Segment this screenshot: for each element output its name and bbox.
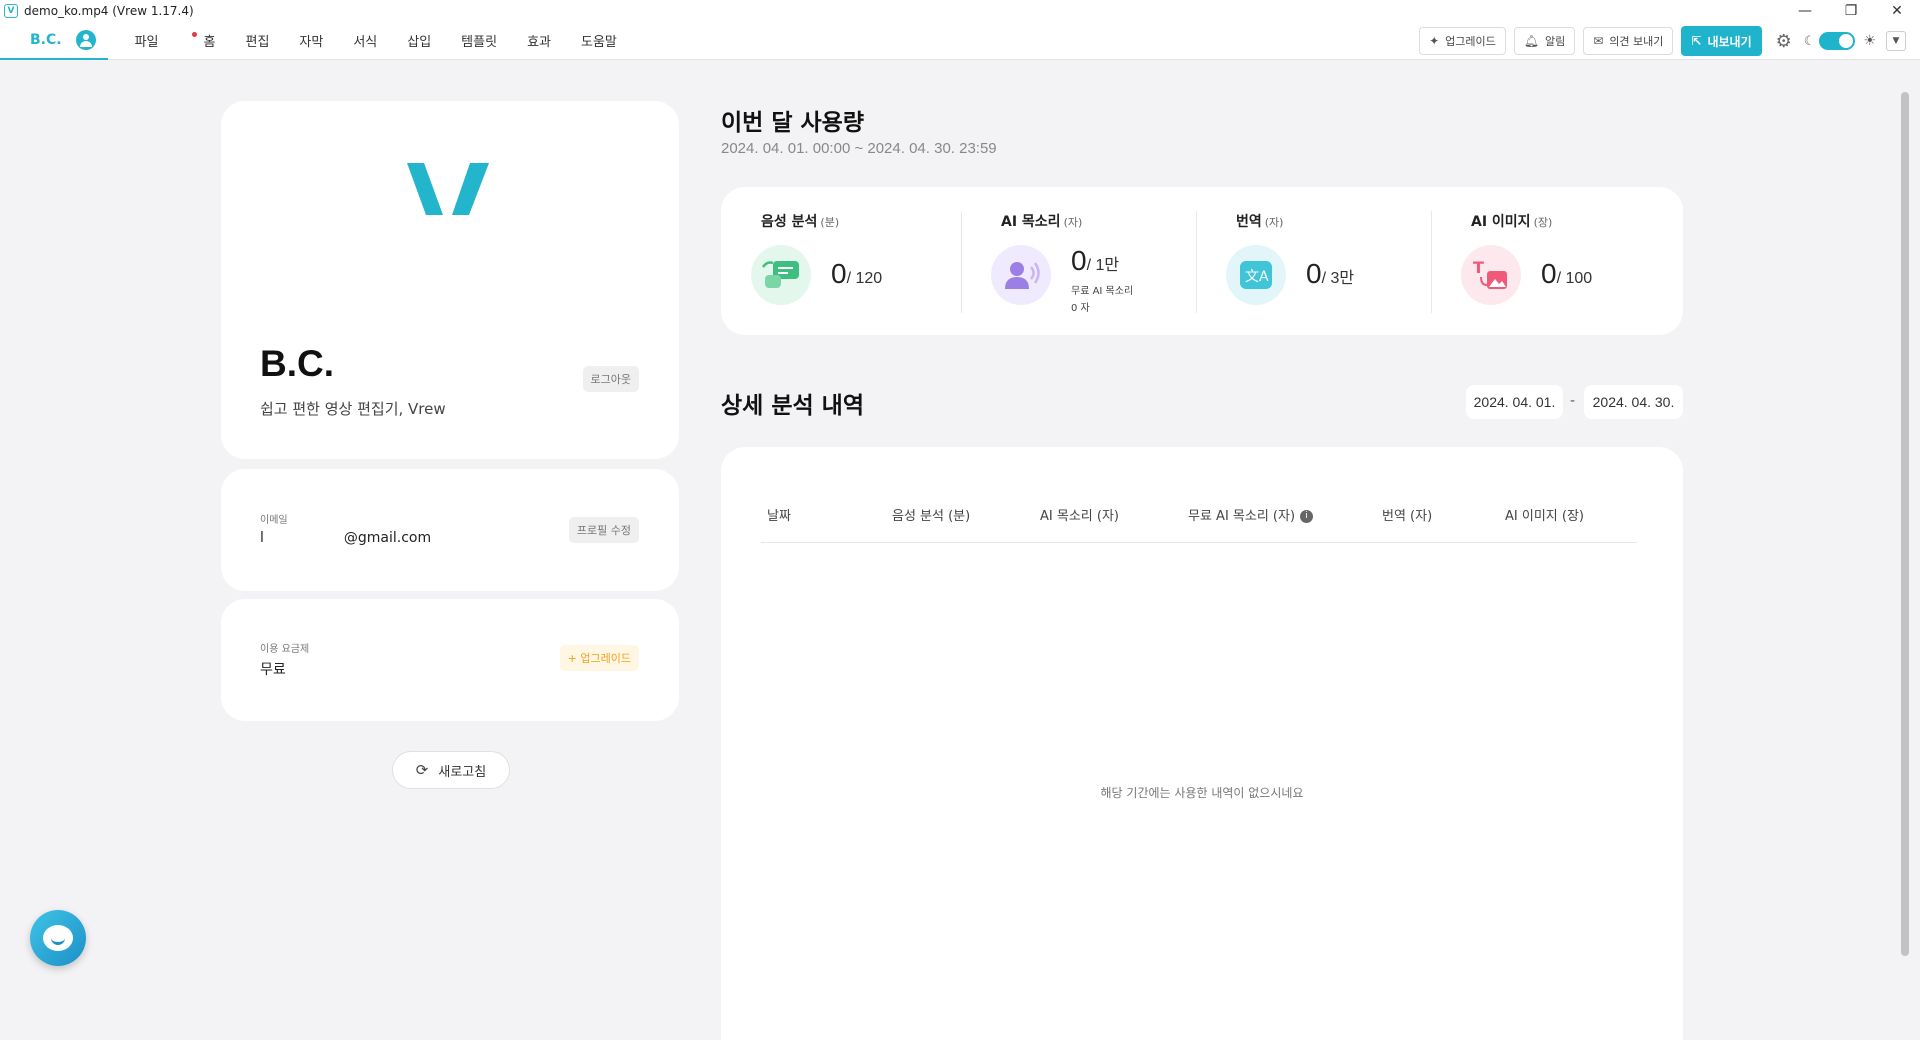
ai-voice-icon xyxy=(991,245,1051,305)
window-controls: — ❐ ✕ xyxy=(1782,0,1920,22)
upgrade-plan-button[interactable]: + 업그레이드 xyxy=(559,645,639,671)
column-translation: 번역 (자) xyxy=(1382,509,1433,524)
moon-icon: ☾ xyxy=(1803,33,1816,49)
sparkle-icon: ✦ xyxy=(1429,34,1440,48)
window-title: demo_ko.mp4 (Vrew 1.17.4) xyxy=(24,4,194,18)
menu-file[interactable]: 파일 xyxy=(120,22,174,60)
email-label: 이메일 xyxy=(260,515,288,526)
chat-icon xyxy=(43,925,73,951)
sun-icon: ☀ xyxy=(1863,33,1876,49)
minimize-button[interactable]: — xyxy=(1782,0,1828,22)
ai-image-icon: T xyxy=(1461,245,1521,305)
logout-button[interactable]: 로그아웃 xyxy=(582,366,639,392)
menu-home[interactable]: 홈 xyxy=(174,22,231,60)
usage-stat-ai-voice: AI 목소리 (자) 0/ 1만 무료 AI 목소리 0 자 xyxy=(961,187,1196,335)
profile-name: B.C. xyxy=(260,343,334,384)
scrollbar[interactable] xyxy=(1901,92,1909,956)
stat-value: 0/ 120 xyxy=(831,258,883,289)
profile-card: B.C. 쉽고 편한 영상 편집기, Vrew 로그아웃 xyxy=(221,101,679,459)
stat-label: AI 목소리 (자) xyxy=(1001,214,1083,230)
restore-button[interactable]: ❐ xyxy=(1828,0,1874,22)
empty-message: 해당 기간에는 사용한 내역이 없으시네요 xyxy=(1100,786,1304,800)
notifications-button[interactable]: 🔔︎ 알림 xyxy=(1513,27,1576,55)
chevron-down-icon[interactable]: ▼ xyxy=(1886,31,1906,51)
detail-title: 상세 분석 내역 xyxy=(721,393,864,419)
free-ai-voice-label: 무료 AI 목소리 xyxy=(1071,286,1134,297)
detail-table-card: 날짜 음성 분석 (분) AI 목소리 (자) 무료 AI 목소리 (자) i 번… xyxy=(721,447,1683,1040)
menu-bar: B.C. 파일 홈 편집 자막 서식 삽입 템플릿 효과 도움말 ✦ 업그레이드… xyxy=(0,22,1920,60)
notifications-label: 알림 xyxy=(1544,35,1566,48)
export-label: 내보내기 xyxy=(1707,34,1752,49)
svg-text:文A: 文A xyxy=(1245,269,1269,285)
usage-stat-ai-image: AI 이미지 (장) T 0/ 100 xyxy=(1431,187,1666,335)
user-avatar-icon xyxy=(75,29,96,50)
menu-home-label: 홈 xyxy=(203,35,216,50)
profile-subtitle: 쉽고 편한 영상 편집기, Vrew xyxy=(260,400,446,418)
stat-value: 0/ 3만 xyxy=(1306,258,1355,289)
plan-card: 이용 요금제 무료 + 업그레이드 xyxy=(221,599,679,721)
email-domain: @gmail.com xyxy=(343,530,432,546)
translate-icon: 文A xyxy=(1226,245,1286,305)
menu-items: 파일 홈 편집 자막 서식 삽입 템플릿 효과 도움말 xyxy=(120,22,632,60)
menu-effects[interactable]: 효과 xyxy=(512,22,566,60)
upgrade-top-label: 업그레이드 xyxy=(1445,35,1496,48)
menu-right-actions: ✦ 업그레이드 🔔︎ 알림 ✉ 의견 보내기 ⇱ 내보내기 ⚙ ☾ ☀ ▼ xyxy=(1419,22,1920,60)
column-ai-image: AI 이미지 (장) xyxy=(1505,509,1584,524)
column-speech-analysis: 음성 분석 (분) xyxy=(892,509,971,524)
stat-value: 0/ 1만 xyxy=(1071,245,1120,276)
usage-title: 이번 달 사용량 xyxy=(721,110,864,136)
date-from-input[interactable]: 2024. 04. 01. xyxy=(1466,385,1563,419)
mail-icon: ✉ xyxy=(1593,34,1604,48)
menu-user-tab[interactable]: B.C. xyxy=(0,22,108,60)
notification-dot-icon xyxy=(191,31,197,37)
feedback-label: 의견 보내기 xyxy=(1609,35,1664,48)
user-label: B.C. xyxy=(30,31,62,48)
export-icon: ⇱ xyxy=(1691,34,1702,48)
date-separator: - xyxy=(1570,393,1576,409)
menu-help[interactable]: 도움말 xyxy=(566,22,632,60)
stat-label: AI 이미지 (장) xyxy=(1471,214,1553,230)
column-date: 날짜 xyxy=(767,509,791,524)
column-ai-voice: AI 목소리 (자) xyxy=(1040,509,1119,524)
gear-icon[interactable]: ⚙ xyxy=(1776,31,1792,52)
svg-text:T: T xyxy=(1473,258,1484,277)
theme-toggle[interactable] xyxy=(1819,32,1856,50)
stat-label: 번역 (자) xyxy=(1236,214,1284,230)
window-title-bar: V demo_ko.mp4 (Vrew 1.17.4) — ❐ ✕ xyxy=(0,0,1920,22)
speech-analysis-icon xyxy=(751,245,811,305)
info-icon[interactable]: i xyxy=(1300,510,1314,523)
vrew-app-icon: V xyxy=(4,4,18,18)
usage-range: 2024. 04. 01. 00:00 ~ 2024. 04. 30. 23:5… xyxy=(721,140,997,157)
menu-insert[interactable]: 삽입 xyxy=(392,22,446,60)
email-value: l @gmail.com xyxy=(260,530,431,546)
vrew-logo-icon xyxy=(407,163,489,215)
plan-label: 이용 요금제 xyxy=(260,644,310,655)
upgrade-top-button[interactable]: ✦ 업그레이드 xyxy=(1419,27,1506,55)
date-to-input[interactable]: 2024. 04. 30. xyxy=(1584,385,1683,419)
stat-value: 0/ 100 xyxy=(1541,258,1593,289)
menu-format[interactable]: 서식 xyxy=(338,22,392,60)
free-ai-voice-value: 0 자 xyxy=(1071,303,1090,314)
stat-label: 음성 분석 (분) xyxy=(761,214,840,230)
feedback-button[interactable]: ✉ 의견 보내기 xyxy=(1583,27,1674,55)
plan-value: 무료 xyxy=(260,662,286,678)
usage-stat-translation: 번역 (자) 文A 0/ 3만 xyxy=(1196,187,1431,335)
refresh-label: 새로고침 xyxy=(438,764,487,780)
usage-card: 음성 분석 (분) 0/ 120 AI 목소리 (자) 0/ 1만 무료 AI 목소… xyxy=(721,187,1683,335)
export-button[interactable]: ⇱ 내보내기 xyxy=(1681,26,1762,56)
close-button[interactable]: ✕ xyxy=(1874,0,1920,22)
menu-edit[interactable]: 편집 xyxy=(230,22,284,60)
menu-template[interactable]: 템플릿 xyxy=(446,22,512,60)
table-header: 날짜 음성 분석 (분) AI 목소리 (자) 무료 AI 목소리 (자) i 번… xyxy=(761,505,1637,543)
edit-profile-button[interactable]: 프로필 수정 xyxy=(568,517,639,543)
refresh-icon: ⟳ xyxy=(415,761,429,779)
email-card: 이메일 l @gmail.com 프로필 수정 xyxy=(221,469,679,591)
email-prefix: l xyxy=(260,530,264,546)
chat-support-button[interactable] xyxy=(30,910,86,966)
menu-subtitle[interactable]: 자막 xyxy=(284,22,338,60)
bell-icon: 🔔︎ xyxy=(1523,34,1539,48)
usage-stat-speech: 음성 분석 (분) 0/ 120 xyxy=(721,187,956,335)
refresh-button[interactable]: ⟳ 새로고침 xyxy=(392,751,510,789)
column-free-ai-voice: 무료 AI 목소리 (자) i xyxy=(1188,505,1314,524)
